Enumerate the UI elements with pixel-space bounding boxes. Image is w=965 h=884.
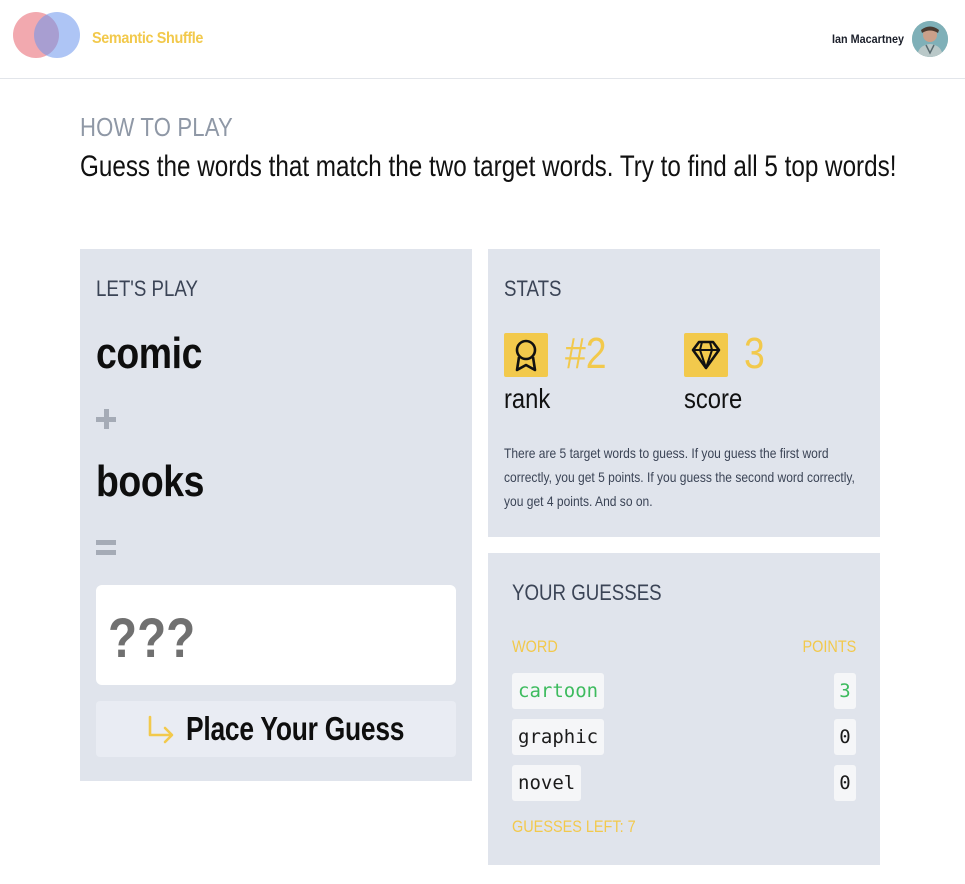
column-header-points: POINTS <box>802 637 856 656</box>
play-heading: LET'S PLAY <box>96 276 198 301</box>
guesses-heading: YOUR GUESSES <box>512 580 662 605</box>
guesses-left: GUESSES LEFT: 7 <box>512 817 636 836</box>
score-label: score <box>684 383 743 414</box>
target-word-2: books <box>96 457 205 506</box>
guess-input[interactable]: ??? <box>96 585 456 685</box>
how-to-play-heading: HOW TO PLAY <box>80 112 233 142</box>
target-word-1: comic <box>96 329 202 378</box>
how-to-play-text: Guess the words that match the two targe… <box>80 150 897 183</box>
guess-row: novel 0 <box>512 765 856 801</box>
user-avatar[interactable] <box>912 21 948 57</box>
stats-description: There are 5 target words to guess. If yo… <box>504 445 855 509</box>
guess-points: 0 <box>834 765 856 801</box>
stats-panel: STATS #2 rank 3 score There are 5 target… <box>488 249 880 537</box>
guess-word: novel <box>512 765 582 801</box>
stats-heading: STATS <box>504 276 562 301</box>
guess-row: cartoon 3 <box>512 673 856 709</box>
guess-placeholder: ??? <box>108 606 196 669</box>
top-bar: Semantic Shuffle Ian Macartney <box>0 0 965 79</box>
guess-points: 0 <box>834 719 856 755</box>
venn-circles-icon[interactable] <box>12 11 82 59</box>
equals-icon <box>96 540 116 556</box>
award-ribbon-icon <box>504 333 548 377</box>
guess-word: graphic <box>512 719 605 755</box>
score-value: 3 <box>744 329 765 378</box>
rank-value: #2 <box>565 329 607 378</box>
guess-row: graphic 0 <box>512 719 856 755</box>
column-header-word: WORD <box>512 637 558 656</box>
arrow-turn-right-icon <box>148 715 174 744</box>
plus-icon <box>96 409 116 429</box>
guess-word: cartoon <box>512 673 605 709</box>
app-title[interactable]: Semantic Shuffle <box>92 30 203 48</box>
place-guess-label: Place Your Guess <box>186 710 405 747</box>
guesses-panel: YOUR GUESSES WORD POINTS cartoon 3 graph… <box>488 553 880 865</box>
play-panel: LET'S PLAY comic books ??? Place Your Gu… <box>80 249 472 781</box>
place-guess-button[interactable]: Place Your Guess <box>96 701 456 757</box>
diamond-icon <box>684 333 728 377</box>
guess-points: 3 <box>834 673 856 709</box>
user-name: Ian Macartney <box>831 32 904 46</box>
rank-label: rank <box>504 383 551 414</box>
